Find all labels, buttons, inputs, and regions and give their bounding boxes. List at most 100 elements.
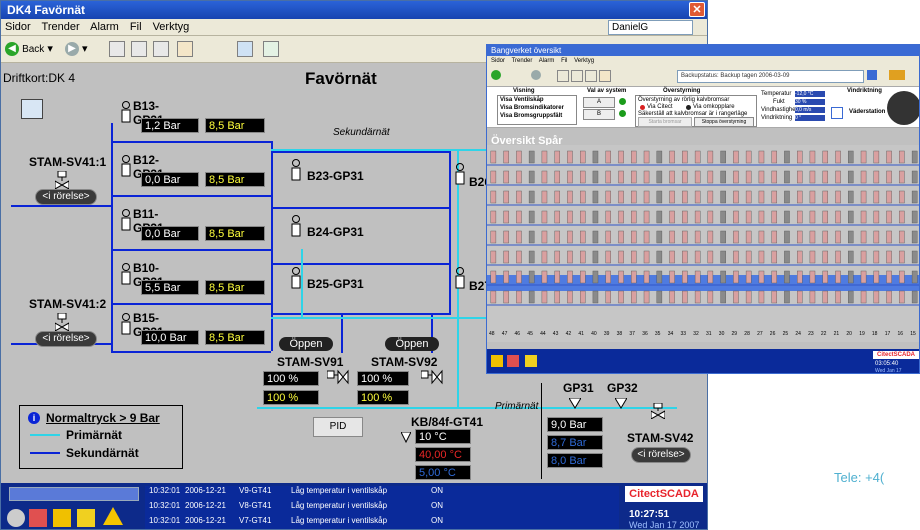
pressure-value: 10,0 Bar xyxy=(141,330,199,345)
page-icon[interactable] xyxy=(557,70,569,82)
alarm-time: 10:32:01 xyxy=(149,486,181,495)
sv92-valve-icon[interactable] xyxy=(420,369,443,385)
gauge-icon xyxy=(121,263,131,285)
menu-sidor[interactable]: Sidor xyxy=(491,58,505,64)
list-icon[interactable] xyxy=(525,355,537,367)
stop-icon[interactable] xyxy=(571,70,583,82)
track-segment xyxy=(528,250,535,264)
track-segment xyxy=(554,150,560,164)
track-segment xyxy=(541,190,548,204)
track-segment xyxy=(669,190,675,204)
kb-name: KB/84f-GT41 xyxy=(411,415,484,429)
alarm-date: 2006-12-21 xyxy=(185,501,226,510)
track-segment xyxy=(694,270,701,284)
track-number: 20 xyxy=(846,331,852,337)
via-omkopplare-label: Via omkopplare xyxy=(693,104,735,110)
track-segment xyxy=(797,210,803,224)
visning-item[interactable]: Visa Bromsgruppsfält xyxy=(500,113,562,119)
track-segment xyxy=(503,270,509,284)
alarm-page-icon[interactable] xyxy=(77,509,95,527)
menu-verktyg[interactable]: Verktyg xyxy=(153,21,190,33)
alarm-date: 2006-12-21 xyxy=(185,486,226,495)
visning-item[interactable]: Visa Bromsindikatorer xyxy=(500,105,564,111)
stoppa-button[interactable]: Stoppa överstyrning xyxy=(694,117,754,127)
speaker-icon[interactable] xyxy=(7,509,25,527)
refresh-icon[interactable] xyxy=(153,41,169,57)
track-segment xyxy=(835,230,841,244)
track-number: 42 xyxy=(565,331,572,337)
ack-icon[interactable] xyxy=(507,355,519,367)
alarm-filter-field[interactable] xyxy=(9,487,139,501)
home-icon[interactable] xyxy=(599,70,611,82)
forward-button[interactable]: ▶ ▾ xyxy=(65,40,88,58)
sv42-valve-icon[interactable] xyxy=(650,402,666,420)
track-segment xyxy=(618,230,624,244)
track-segment xyxy=(797,270,803,284)
alarm-list-icon[interactable] xyxy=(53,509,71,527)
second-alarm-bar: CitectSCADA 03:05:40 Wed Jan 17 xyxy=(487,349,919,373)
forward-icon[interactable] xyxy=(531,70,541,80)
screen-icon[interactable] xyxy=(237,41,253,57)
refresh-icon[interactable] xyxy=(585,70,597,82)
track-segment xyxy=(516,210,522,224)
visning-item[interactable]: Visa Ventilskåp xyxy=(500,97,544,103)
menu-trender[interactable]: Trender xyxy=(512,58,533,64)
warning-icon[interactable] xyxy=(103,507,123,525)
screen-icon[interactable] xyxy=(867,70,877,80)
menu-fil[interactable]: Fil xyxy=(561,58,567,64)
track-number: 28 xyxy=(744,331,750,337)
alarm-row[interactable]: 10:32:01 2006-12-21 V8-GT41 Låg temperat… xyxy=(145,501,619,514)
page-icon[interactable] xyxy=(109,41,125,57)
track-segment xyxy=(630,190,637,204)
alarm-list: 10:32:01 2006-12-21 V9-GT41 Låg temperat… xyxy=(145,486,619,529)
pid-button[interactable]: PID xyxy=(313,417,363,437)
track-segment xyxy=(835,250,841,264)
report-icon[interactable] xyxy=(263,41,279,57)
stop-icon[interactable] xyxy=(131,41,147,57)
valve-name: STAM-SV41:2 xyxy=(29,297,107,311)
sv91-valve-icon[interactable] xyxy=(326,369,349,385)
users-icon[interactable] xyxy=(889,70,905,80)
user-field[interactable]: DanielG xyxy=(608,20,693,35)
track-segment xyxy=(694,190,701,204)
weather-value: 30 % xyxy=(795,99,825,105)
prim-pipe-h1 xyxy=(271,149,496,151)
track-number: 30 xyxy=(718,331,725,337)
legend-title: Normaltryck > 9 Bar xyxy=(46,411,160,425)
sv92-value-1: 100 % xyxy=(357,371,409,386)
track-segment xyxy=(822,150,829,164)
system-b-button[interactable]: B xyxy=(583,109,615,120)
track-segment xyxy=(720,230,726,244)
chart-icon[interactable] xyxy=(831,107,843,119)
alarm-row[interactable]: 10:32:01 2006-12-21 V9-GT41 Låg temperat… xyxy=(145,486,619,499)
track-segment xyxy=(541,250,548,264)
menu-verktyg[interactable]: Verktyg xyxy=(574,58,594,64)
weather-label: Fukt xyxy=(773,99,785,105)
track-segment xyxy=(911,270,918,284)
starta-bromsar-button[interactable]: Starta bromsar xyxy=(638,117,692,127)
ack-alarm-icon[interactable] xyxy=(29,509,47,527)
track-number: 36 xyxy=(642,331,648,337)
menu-alarm[interactable]: Alarm xyxy=(539,58,555,64)
sek-pipe-v4 xyxy=(341,313,343,353)
menu-alarm[interactable]: Alarm xyxy=(90,21,119,33)
track-segment xyxy=(899,170,905,184)
sv91-open-button[interactable]: Öppen xyxy=(279,337,333,351)
close-button[interactable]: ✕ xyxy=(689,2,705,17)
menu-trender[interactable]: Trender xyxy=(42,21,80,33)
sv92-open-button[interactable]: Öppen xyxy=(385,337,439,351)
track-segment xyxy=(682,290,688,304)
menu-sidor[interactable]: Sidor xyxy=(5,21,31,33)
track-segment xyxy=(911,250,918,264)
track-segment xyxy=(911,230,918,244)
system-a-button[interactable]: A xyxy=(583,97,615,108)
alarm-row[interactable]: 10:32:01 2006-12-21 V7-GT41 Låg temperat… xyxy=(145,516,619,529)
radio-black-icon[interactable] xyxy=(686,105,691,110)
radio-red-icon[interactable] xyxy=(640,105,645,110)
menu-fil[interactable]: Fil xyxy=(130,21,142,33)
back-icon[interactable] xyxy=(491,70,501,80)
chart-button-icon[interactable] xyxy=(21,99,43,119)
alarm-icon[interactable] xyxy=(491,355,503,367)
home-icon[interactable] xyxy=(177,41,193,57)
back-button[interactable]: ◀ Back ▾ xyxy=(5,40,53,58)
